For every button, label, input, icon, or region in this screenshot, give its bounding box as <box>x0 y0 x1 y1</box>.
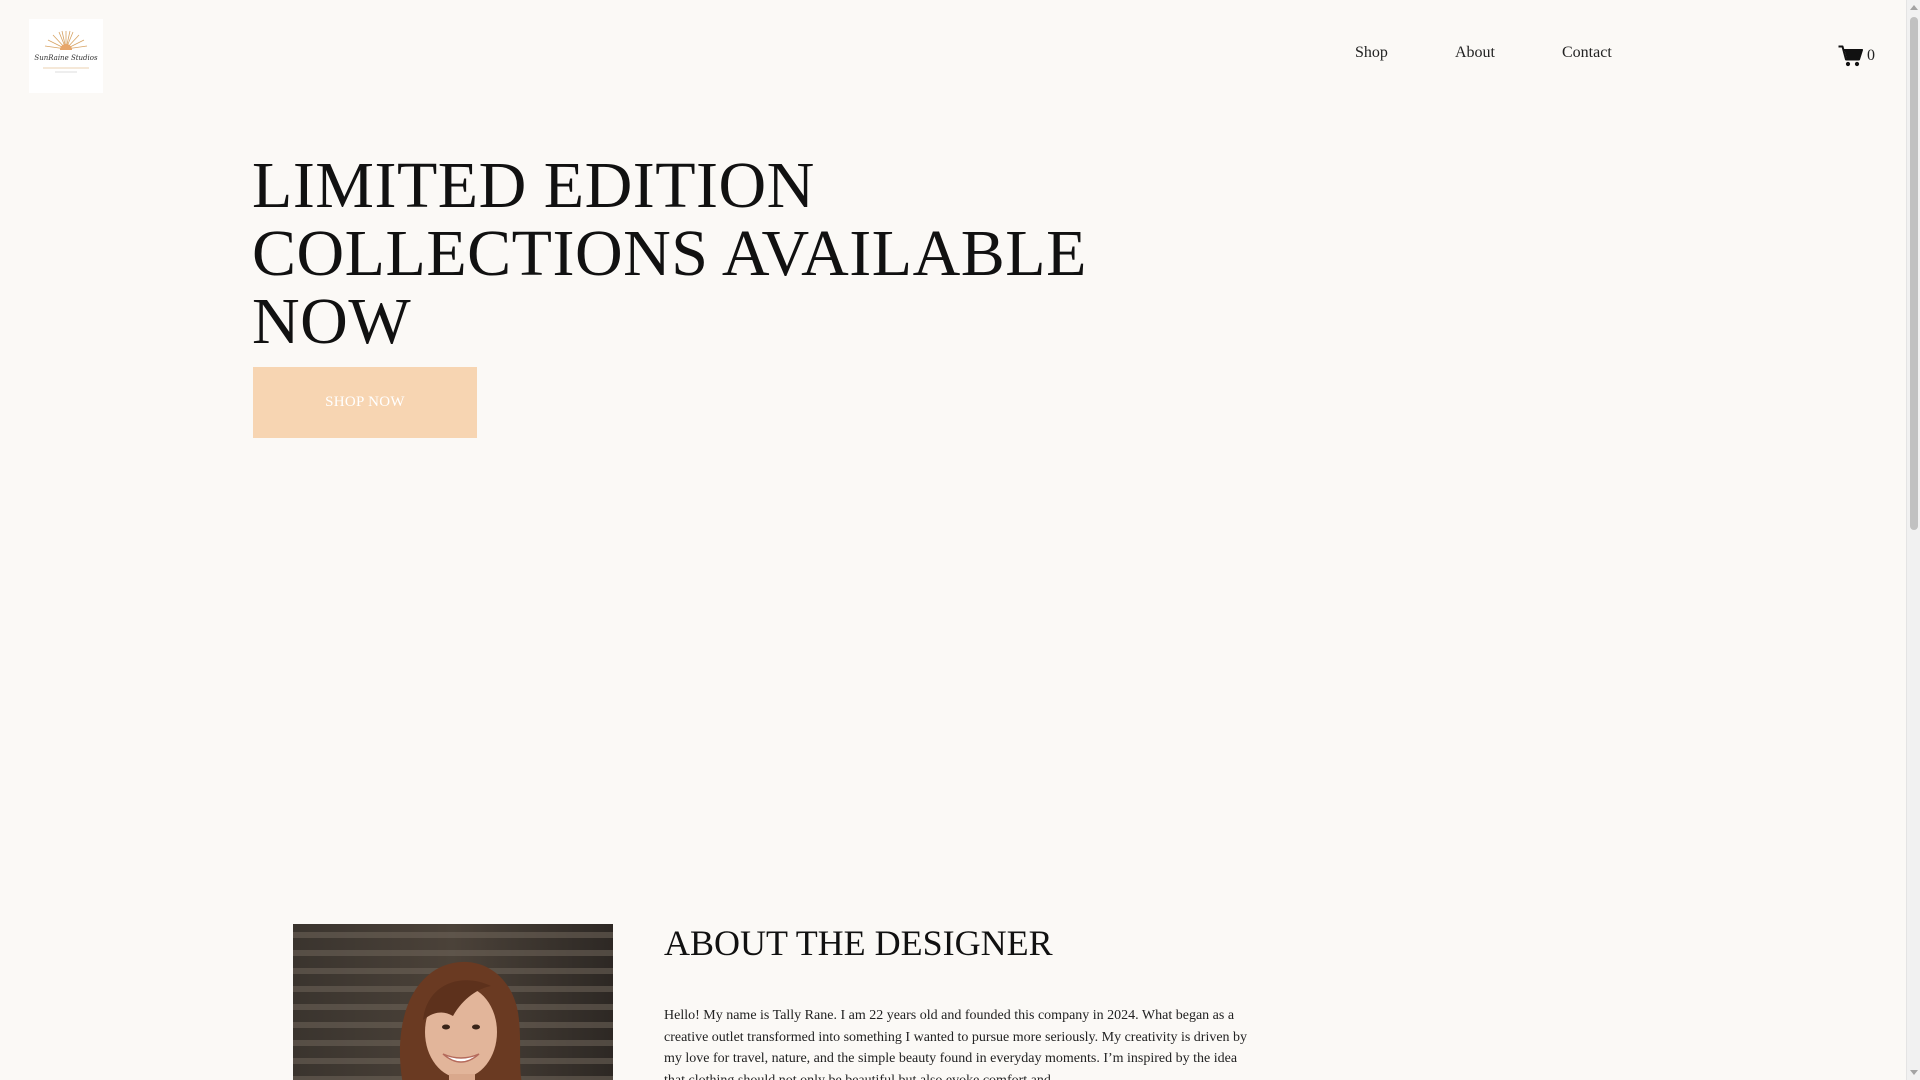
about-text: Hello! My name is Tally Rane. I am 22 ye… <box>664 1008 1248 1080</box>
about-title: ABOUT THE DESIGNER <box>664 923 1053 963</box>
shop-now-button[interactable]: SHOP NOW <box>253 367 477 438</box>
scroll-thumb[interactable] <box>1910 17 1918 530</box>
hero-title-line: LIMITED EDITION <box>252 149 815 222</box>
nav-shop-link[interactable]: Shop <box>1355 44 1388 62</box>
cart-button[interactable]: 0 <box>1838 44 1875 68</box>
hero-title-line: COLLECTIONS AVAILABLE <box>252 217 1087 290</box>
hero-title-line: NOW <box>252 285 412 358</box>
page: SunRaine Studios Shop About Contact 0 LI… <box>0 0 1906 1080</box>
svg-text:SunRaine Studios: SunRaine Studios <box>34 54 98 62</box>
cart-count: 0 <box>1867 47 1875 64</box>
sun-logo-icon: SunRaine Studios <box>34 30 98 73</box>
page-scrollbar[interactable] <box>1906 0 1920 1080</box>
brand-logo[interactable]: SunRaine Studios <box>29 19 103 93</box>
nav-contact-link[interactable]: Contact <box>1562 44 1612 62</box>
scroll-down-icon[interactable] <box>1910 1070 1918 1075</box>
nav-about-link[interactable]: About <box>1455 44 1495 62</box>
designer-portrait <box>293 924 613 1080</box>
cart-icon <box>1838 45 1863 67</box>
hero-title: LIMITED EDITION COLLECTIONS AVAILABLE NO… <box>252 152 1132 356</box>
scroll-up-icon[interactable] <box>1910 5 1918 10</box>
